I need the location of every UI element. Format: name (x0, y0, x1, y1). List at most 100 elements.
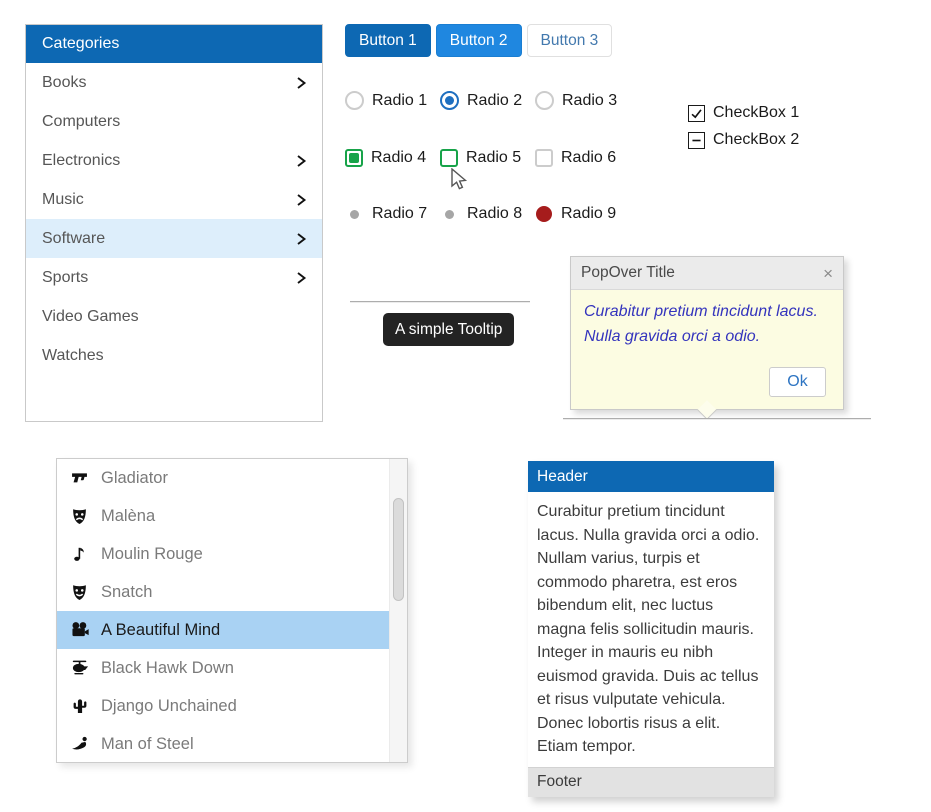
list-item-a-beautiful-mind[interactable]: A Beautiful Mind (57, 611, 390, 649)
category-label: Sports (42, 268, 89, 286)
radio-label: Radio 1 (372, 91, 428, 109)
list-item-label: Malèna (101, 506, 156, 525)
ok-button[interactable]: Ok (769, 367, 826, 397)
tooltip: A simple Tooltip (383, 313, 515, 346)
mouse-cursor-icon (451, 168, 468, 190)
radio-checked-icon (440, 91, 459, 110)
sad-mask-icon (69, 508, 90, 525)
category-item-software[interactable]: Software (26, 219, 322, 258)
checkbox-checked-icon (688, 104, 705, 122)
radio-5[interactable]: Radio 5 (440, 149, 535, 167)
popover-title: PopOver Title (581, 264, 675, 281)
radio-label: Radio 3 (562, 91, 618, 109)
card-header: Header (528, 461, 774, 492)
radio-label: Radio 8 (467, 205, 523, 222)
separator (350, 301, 530, 303)
category-label: Watches (42, 346, 104, 364)
card-body-text: Curabitur pretium tincidunt lacus. Nulla… (537, 503, 760, 755)
card-footer: Footer (528, 766, 774, 797)
category-label: Computers (42, 112, 121, 130)
list-item-label: A Beautiful Mind (101, 620, 221, 639)
gray-dot-icon (350, 209, 359, 219)
radio-label: Radio 7 (372, 205, 428, 222)
list-item-django-unchained[interactable]: Django Unchained (57, 687, 390, 725)
radio-label: Radio 9 (561, 205, 617, 222)
radio-1[interactable]: Radio 1 (345, 91, 440, 110)
list-item-black-hawk-down[interactable]: Black Hawk Down (57, 649, 390, 687)
scrollbar-thumb[interactable] (393, 498, 404, 601)
gray-dot-icon (445, 209, 454, 219)
square-radio-checked-icon (345, 149, 363, 167)
category-item-books[interactable]: Books (26, 63, 322, 102)
radio-unchecked-icon (535, 91, 554, 110)
scrollbar-track[interactable] (389, 459, 407, 762)
radio-8[interactable]: Radio 8 (440, 205, 535, 223)
radio-2[interactable]: Radio 2 (440, 91, 535, 110)
chevron-right-icon (294, 154, 308, 168)
checkbox-2[interactable]: CheckBox 2 (688, 131, 799, 149)
list-item-gladiator[interactable]: Gladiator (57, 459, 390, 497)
list-item-snatch[interactable]: Snatch (57, 573, 390, 611)
gun-icon (69, 470, 90, 487)
chevron-right-icon (294, 271, 308, 285)
radio-6[interactable]: Radio 6 (535, 149, 630, 167)
checkbox-indeterminate-icon (688, 131, 705, 149)
category-item-sports[interactable]: Sports (26, 258, 322, 297)
superman-icon (69, 735, 90, 753)
list-item-label: Man of Steel (101, 734, 194, 753)
button-3[interactable]: Button 3 (526, 24, 613, 57)
chevron-right-icon (294, 193, 308, 207)
chevron-right-icon (294, 76, 308, 90)
category-item-video-games[interactable]: Video Games (26, 297, 322, 336)
category-item-watches[interactable]: Watches (26, 336, 322, 375)
radio-3[interactable]: Radio 3 (535, 91, 630, 110)
close-icon[interactable]: × (823, 265, 833, 282)
radio-label: Radio 4 (371, 149, 427, 166)
category-item-electronics[interactable]: Electronics (26, 141, 322, 180)
radio-4[interactable]: Radio 4 (345, 149, 440, 167)
red-dot-icon (536, 206, 552, 222)
list-item-man-of-steel[interactable]: Man of Steel (57, 725, 390, 762)
list-item-label: Django Unchained (101, 696, 237, 715)
category-item-computers[interactable]: Computers (26, 102, 322, 141)
categories-panel: Categories Books Computers Electronics M… (25, 24, 323, 422)
popover: PopOver Title × Curabitur pretium tincid… (570, 256, 844, 410)
list-item-moulin-rouge[interactable]: Moulin Rouge (57, 535, 390, 573)
checkbox-label: CheckBox 1 (713, 104, 800, 121)
radio-label: Radio 2 (467, 91, 523, 109)
controls-demo-page: Categories Books Computers Electronics M… (0, 0, 931, 812)
square-radio-empty-icon (535, 149, 553, 167)
radio-9[interactable]: Radio 9 (535, 205, 630, 223)
category-item-music[interactable]: Music (26, 180, 322, 219)
music-note-icon (69, 546, 90, 562)
radio-label: Radio 6 (561, 149, 617, 166)
list-item-label: Black Hawk Down (101, 658, 234, 677)
radio-row-1: Radio 1 Radio 2 Radio 3 (345, 91, 630, 110)
category-label: Software (42, 229, 106, 247)
list-item-label: Moulin Rouge (101, 544, 203, 563)
checkbox-group: CheckBox 1 CheckBox 2 (688, 104, 799, 149)
separator (563, 418, 871, 420)
happy-mask-icon (69, 584, 90, 601)
button-1[interactable]: Button 1 (345, 24, 431, 57)
category-label: Video Games (42, 307, 139, 325)
cactus-icon (69, 698, 90, 714)
button-2[interactable]: Button 2 (435, 24, 522, 57)
radio-label: Radio 5 (466, 149, 522, 166)
checkbox-1[interactable]: CheckBox 1 (688, 104, 799, 122)
button-group: Button 1 Button 2 Button 3 (345, 24, 613, 57)
categories-header: Categories (26, 25, 322, 63)
list-item-malena[interactable]: Malèna (57, 497, 390, 535)
radio-7[interactable]: Radio 7 (345, 205, 440, 223)
content-card: Header Curabitur pretium tincidunt lacus… (528, 461, 774, 797)
checkbox-label: CheckBox 2 (713, 131, 800, 148)
movie-camera-icon (69, 621, 90, 639)
popover-body: Curabitur pretium tincidunt lacus. Nulla… (584, 303, 818, 345)
category-label: Books (42, 73, 87, 91)
radio-row-2: Radio 4 Radio 5 Radio 6 (345, 149, 630, 167)
helicopter-icon (69, 659, 90, 677)
popover-header: PopOver Title × (571, 257, 843, 290)
list-item-label: Gladiator (101, 468, 168, 487)
square-radio-empty-icon (440, 149, 458, 167)
radio-row-3: Radio 7 Radio 8 Radio 9 (345, 205, 630, 223)
